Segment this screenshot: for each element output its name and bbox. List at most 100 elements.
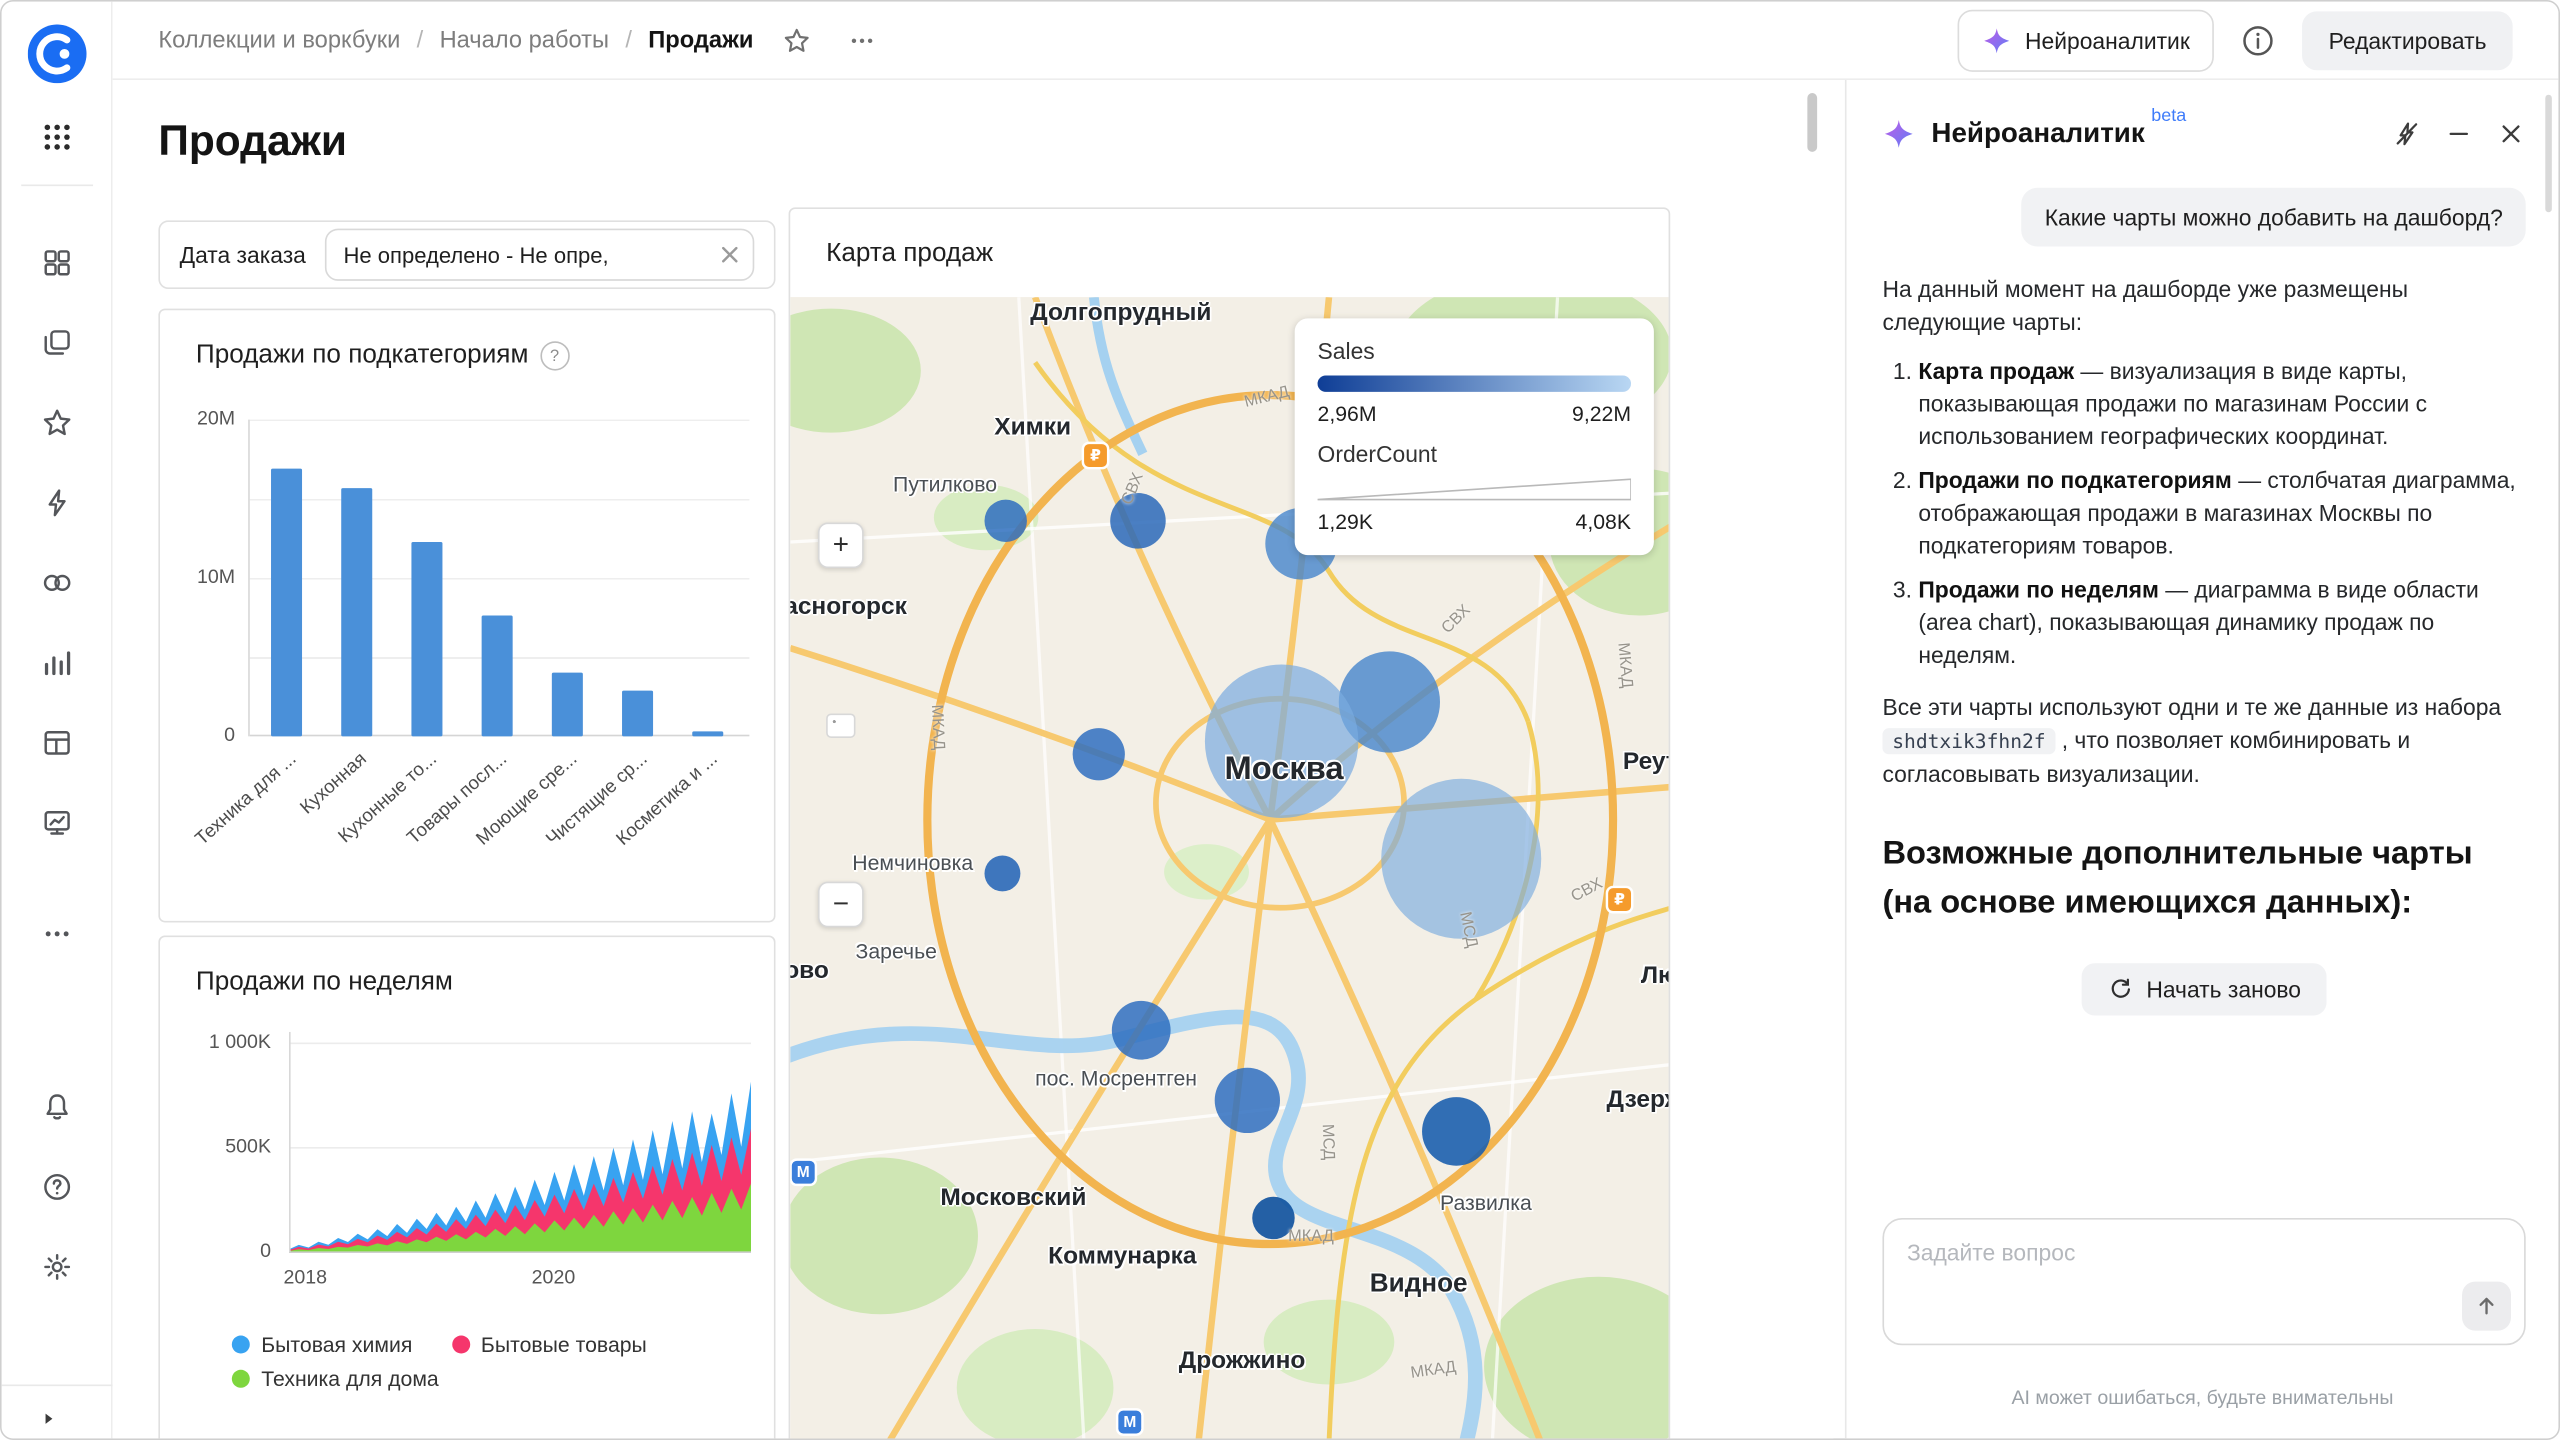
more-icon[interactable]: [40, 917, 73, 950]
map-transport-badge: М: [1118, 1411, 1141, 1434]
chat-panel-title: Нейроаналитик: [1931, 118, 2144, 151]
map-canvas[interactable]: МКАДМКАДМКАДМКАДМКАДСВХСВХСВХМСДМСДДолго…: [790, 297, 1668, 1440]
map-place-label: Заречье: [856, 939, 937, 963]
map-road-label: МСД: [1318, 1124, 1337, 1161]
dashboards-monitor-icon[interactable]: [40, 806, 73, 839]
chart-name: Продажи по неделям: [1918, 576, 2159, 602]
list-item: Продажи по неделям — диаграмма в виде об…: [1918, 573, 2525, 671]
assistant-intro: На данный момент на дашборде уже размеще…: [1882, 273, 2525, 338]
bolt-slash-icon[interactable]: [2392, 119, 2421, 148]
ai-disclaimer: AI может ошибаться, будьте внимательны: [1847, 1386, 2559, 1409]
date-filter-card: Дата заказа Не определено - Не опре,: [158, 220, 775, 289]
map-bubble: [1112, 1001, 1171, 1060]
area-xticks: 20182020: [289, 1265, 751, 1291]
settings-gear-icon[interactable]: [40, 1250, 73, 1283]
collections-icon[interactable]: [40, 246, 73, 279]
map-road-label: МКАД: [1288, 1228, 1334, 1246]
area-chart-card: Продажи по неделям 1 000K 500K 0 2018202…: [158, 936, 775, 1440]
favorite-star-icon[interactable]: [783, 25, 812, 54]
minimize-icon[interactable]: [2444, 119, 2473, 148]
restart-button[interactable]: Начать заново: [2081, 963, 2327, 1015]
edit-button[interactable]: Редактировать: [2303, 11, 2513, 70]
favorites-star-icon[interactable]: [40, 406, 73, 439]
help-icon[interactable]: ?: [540, 341, 569, 370]
neuroanalyst-button[interactable]: Нейроаналитик: [1958, 9, 2214, 71]
x-tick: 2018: [279, 1265, 331, 1288]
map-bubble: [1422, 1097, 1491, 1166]
x-tick: 2020: [527, 1265, 579, 1288]
map-place-label: Москва: [1224, 751, 1343, 789]
bar-x-label: Товары посл...: [364, 749, 511, 884]
workbooks-icon[interactable]: [40, 326, 73, 359]
y-tick: 500K: [173, 1135, 271, 1158]
map-road-label: МКАД: [1410, 1359, 1458, 1383]
map-place-label: Дзержинский: [1607, 1086, 1669, 1114]
area-chart-svg: [289, 1032, 751, 1256]
map-place-label: Видное: [1370, 1270, 1468, 1299]
sales-min: 2,96M: [1318, 402, 1377, 426]
week-legend: Бытовая химия Бытовые товары Техника для…: [232, 1332, 738, 1391]
sidebar-divider: [1, 1384, 112, 1385]
bar-mark: [552, 673, 583, 736]
quick-actions-bolt-icon[interactable]: [40, 486, 73, 519]
apps-grid-icon[interactable]: [40, 121, 73, 154]
bar-x-label: Кухонная: [223, 749, 370, 884]
legend-item[interactable]: Техника для дома: [232, 1367, 439, 1391]
legend-item[interactable]: Бытовые товары: [452, 1332, 647, 1356]
charts-icon[interactable]: [40, 646, 73, 679]
ai-sparkle-icon: [1983, 25, 2012, 54]
user-message-bubble: Какие чарты можно добавить на дашборд?: [2022, 188, 2526, 247]
page-title: Продажи: [158, 116, 347, 167]
paragraph-text: Все эти чарты используют одни и те же да…: [1882, 694, 2501, 720]
bar-x-label: Моющие сре...: [434, 749, 581, 884]
map-place-label: пос. Мосрентген: [1035, 1066, 1197, 1090]
chat-input-box[interactable]: [1882, 1218, 2525, 1345]
zoom-in-button[interactable]: +: [818, 522, 864, 568]
chat-scrollbar[interactable]: [2545, 95, 2552, 213]
bar-chart-title: Продажи по подкатегориям: [196, 341, 529, 370]
expand-sidebar-icon[interactable]: [38, 1407, 61, 1438]
info-icon[interactable]: [2240, 22, 2276, 58]
map-bubble: [984, 500, 1026, 542]
assistant-message: На данный момент на дашборде уже размеще…: [1882, 273, 2525, 1016]
dataset-id-chip[interactable]: shdtxik3fhn2f: [1882, 728, 2055, 754]
legend-label: Техника для дома: [261, 1367, 439, 1391]
map-transport-badge: ₽: [1608, 888, 1631, 911]
neuroanalyst-button-label: Нейроаналитик: [2025, 27, 2190, 53]
legend-dot-blue: [232, 1336, 250, 1354]
date-filter-label: Дата заказа: [180, 242, 306, 268]
breadcrumb-collections[interactable]: Коллекции и воркбуки: [158, 27, 400, 53]
close-icon[interactable]: [2496, 119, 2525, 148]
bar-mark: [411, 542, 442, 737]
bar-mark: [482, 616, 513, 736]
more-menu-icon[interactable]: [848, 25, 877, 54]
arrow-up-icon: [2473, 1293, 2499, 1319]
map-transport-badge: ₽: [1084, 444, 1107, 467]
map-place-label: Дрожжино: [1179, 1347, 1306, 1375]
main-scrollbar[interactable]: [1807, 93, 1817, 152]
zoom-out-button[interactable]: −: [818, 882, 864, 928]
datalens-logo-icon[interactable]: [27, 24, 86, 83]
legend-item[interactable]: Бытовая химия: [232, 1332, 413, 1356]
y-tick: 10M: [160, 565, 235, 588]
topbar-actions: Нейроаналитик Редактировать: [1958, 9, 2513, 71]
topbar: Коллекции и воркбуки / Начало работы / П…: [113, 2, 2559, 80]
map-bubble: [1205, 664, 1358, 817]
map-chart-card: Карта продаж: [789, 207, 1671, 1440]
breadcrumb-getting-started[interactable]: Начало работы: [440, 27, 609, 53]
breadcrumb-separator: /: [625, 27, 632, 53]
clear-filter-icon[interactable]: [720, 245, 740, 265]
app-window: Коллекции и воркбуки / Начало работы / П…: [0, 0, 2560, 1440]
send-button[interactable]: [2462, 1282, 2511, 1331]
map-road-label: МКАД: [1614, 642, 1636, 689]
chat-input[interactable]: [1904, 1236, 2511, 1308]
date-filter-input[interactable]: Не определено - Не опре,: [326, 229, 755, 281]
bar-x-label: Кухонные то...: [293, 749, 440, 884]
connections-icon[interactable]: [40, 566, 73, 599]
datasets-table-icon[interactable]: [40, 726, 73, 759]
sidebar-divider: [20, 184, 92, 185]
notifications-bell-icon[interactable]: [40, 1090, 73, 1123]
help-circle-icon[interactable]: [40, 1170, 73, 1203]
map-road-label: МКАД: [927, 704, 947, 750]
zoom-slider-handle[interactable]: [826, 713, 855, 737]
